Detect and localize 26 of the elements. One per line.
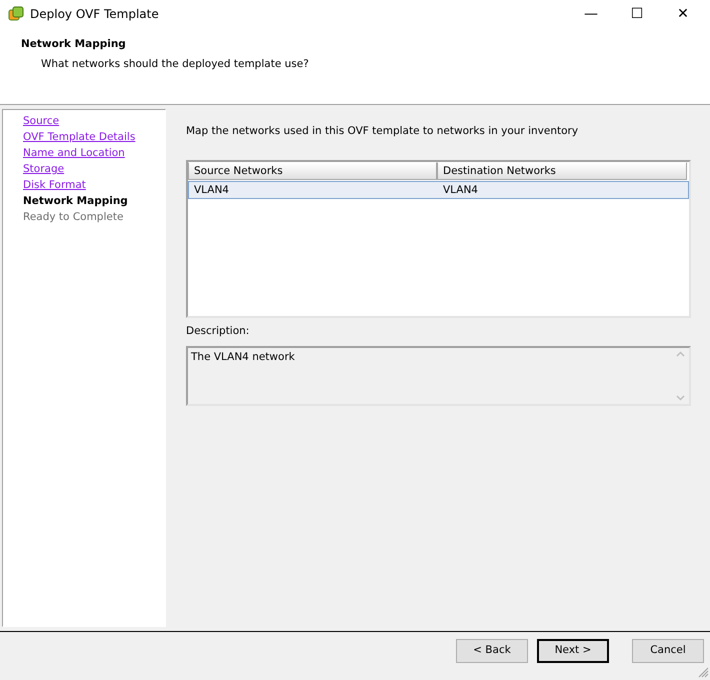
page-subtitle: What networks should the deployed template use? xyxy=(41,56,310,72)
page-title: Network Mapping xyxy=(21,37,127,52)
scroll-up-icon[interactable] xyxy=(676,350,685,356)
description-text: The VLAN4 network xyxy=(191,350,295,362)
cancel-button[interactable]: Cancel xyxy=(632,639,704,663)
column-header[interactable]: Destination Networks xyxy=(437,162,687,180)
window-title: Deploy OVF Template xyxy=(30,6,159,23)
step-item: Network Mapping xyxy=(23,194,128,209)
step-link[interactable]: Storage xyxy=(23,161,64,177)
app-icon xyxy=(8,6,24,22)
step-item: Ready to Complete xyxy=(23,210,124,225)
back-button[interactable]: < Back xyxy=(456,639,528,663)
description-label: Description: xyxy=(186,324,250,339)
step-link[interactable]: Disk Format xyxy=(23,177,86,193)
column-header[interactable]: Source Networks xyxy=(188,162,437,180)
resize-grip-icon[interactable] xyxy=(698,667,709,678)
table-row[interactable]: VLAN4 VLAN4 xyxy=(188,180,689,199)
step-link[interactable]: Name and Location xyxy=(23,145,125,161)
close-button[interactable]: ✕ xyxy=(660,0,706,28)
maximize-button[interactable]: ☐ xyxy=(614,0,660,28)
step-link[interactable]: OVF Template Details xyxy=(23,129,136,145)
scroll-down-icon[interactable] xyxy=(676,394,685,400)
minimize-button[interactable]: — xyxy=(568,0,614,28)
instruction-text: Map the networks used in this OVF template to networks in your inventory xyxy=(186,124,580,139)
step-link[interactable]: Source xyxy=(23,113,60,129)
next-button[interactable]: Next > xyxy=(537,639,609,663)
